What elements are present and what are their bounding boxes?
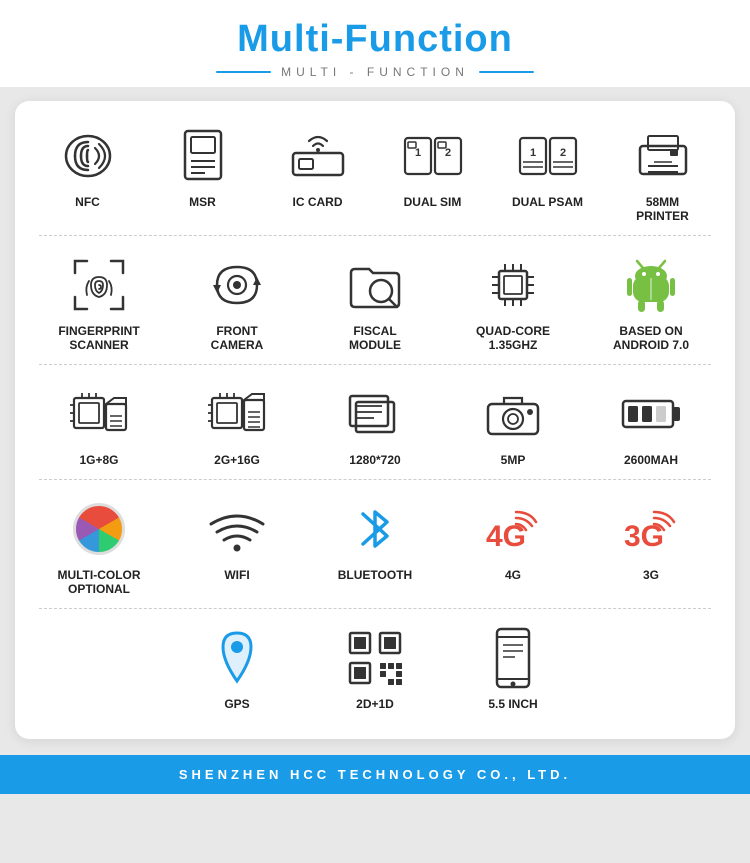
5mp-icon <box>481 381 546 446</box>
msr-icon <box>170 123 235 188</box>
feature-4g: 4G 4G <box>444 496 582 582</box>
fiscal-icon <box>343 252 408 317</box>
feature-fiscal: FISCALMODULE <box>306 252 444 352</box>
feature-1g8g: 1G+8G <box>30 381 168 467</box>
nfc-label: NFC <box>75 195 100 209</box>
ic-card-icon <box>285 123 350 188</box>
4g-label: 4G <box>505 568 521 582</box>
feature-ic-card: IC CARD <box>260 123 375 209</box>
feature-front-camera: FRONTCAMERA <box>168 252 306 352</box>
feature-row-3: 1G+8G <box>15 365 735 479</box>
msr-label: MSR <box>189 195 216 209</box>
ic-card-label: IC CARD <box>293 195 343 209</box>
feature-bluetooth: BLUETOOTH <box>306 496 444 582</box>
2g16g-icon <box>205 381 270 446</box>
multicolor-label: MULTI-COLOROPTIONAL <box>57 568 140 596</box>
fiscal-label: FISCALMODULE <box>349 324 401 352</box>
header-title: Multi-Function <box>0 18 750 61</box>
footer: SHENZHEN HCC TECHNOLOGY CO., LTD. <box>0 755 750 794</box>
feature-resolution: 1280*720 <box>306 381 444 467</box>
feature-gps: GPS <box>168 625 306 711</box>
nfc-icon <box>55 123 120 188</box>
front-camera-label: FRONTCAMERA <box>211 324 264 352</box>
dual-psam-icon: 1 2 <box>515 123 580 188</box>
feature-3g: 3G 3G <box>582 496 720 582</box>
55inch-icon <box>481 625 546 690</box>
feature-row-4: MULTI-COLOROPTIONAL WIFI B <box>15 480 735 608</box>
printer-label: 58MMPRINTER <box>636 195 689 223</box>
feature-msr: MSR <box>145 123 260 209</box>
multicolor-icon <box>67 496 132 561</box>
bluetooth-icon <box>343 496 408 561</box>
header-subtitle: MULTI - FUNCTION <box>281 65 469 79</box>
feature-row-1: NFC MSR <box>15 107 735 235</box>
resolution-label: 1280*720 <box>349 453 400 467</box>
feature-fingerprint: FINGERPRINTSCANNER <box>30 252 168 352</box>
2d1d-label: 2D+1D <box>356 697 394 711</box>
fingerprint-label: FINGERPRINTSCANNER <box>58 324 139 352</box>
feature-2d1d: 2D+1D <box>306 625 444 711</box>
wifi-icon <box>205 496 270 561</box>
2d1d-icon <box>343 625 408 690</box>
front-camera-icon <box>205 252 270 317</box>
5mp-label: 5MP <box>501 453 526 467</box>
3g-label: 3G <box>643 568 659 582</box>
feature-quad-core: QUAD-CORE1.35GHZ <box>444 252 582 352</box>
feature-dual-psam: 1 2 DUAL PSAM <box>490 123 605 209</box>
feature-dual-sim: 1 2 DUAL SIM <box>375 123 490 209</box>
feature-printer: 58MMPRINTER <box>605 123 720 223</box>
svg-text:2: 2 <box>444 147 450 159</box>
quad-core-icon <box>481 252 546 317</box>
battery-icon <box>619 381 684 446</box>
fingerprint-icon <box>67 252 132 317</box>
svg-text:2: 2 <box>559 147 565 159</box>
dual-psam-label: DUAL PSAM <box>512 195 583 209</box>
feature-55inch: 5.5 INCH <box>444 625 582 711</box>
feature-multicolor: MULTI-COLOROPTIONAL <box>30 496 168 596</box>
footer-text: SHENZHEN HCC TECHNOLOGY CO., LTD. <box>0 767 750 782</box>
wifi-label: WIFI <box>224 568 249 582</box>
android-icon <box>619 252 684 317</box>
bluetooth-label: BLUETOOTH <box>338 568 412 582</box>
printer-icon <box>630 123 695 188</box>
android-label: BASED ONANDROID 7.0 <box>613 324 689 352</box>
svg-text:1: 1 <box>414 147 420 159</box>
feature-row-2: FINGERPRINTSCANNER FRONTCAMERA <box>15 236 735 364</box>
feature-android: BASED ONANDROID 7.0 <box>582 252 720 352</box>
svg-text:3G: 3G <box>624 520 664 553</box>
gps-label: GPS <box>224 697 249 711</box>
feature-wifi: WIFI <box>168 496 306 582</box>
battery-label: 2600MAH <box>624 453 678 467</box>
gps-icon <box>205 625 270 690</box>
quad-core-label: QUAD-CORE1.35GHZ <box>476 324 550 352</box>
svg-text:4G: 4G <box>486 520 526 553</box>
3g-icon: 3G <box>619 496 684 561</box>
feature-row-5: GPS <box>15 609 735 723</box>
resolution-icon <box>343 381 408 446</box>
feature-battery: 2600MAH <box>582 381 720 467</box>
feature-5mp: 5MP <box>444 381 582 467</box>
2g16g-label: 2G+16G <box>214 453 260 467</box>
dual-sim-icon: 1 2 <box>400 123 465 188</box>
svg-text:1: 1 <box>529 147 535 159</box>
main-card: NFC MSR <box>15 101 735 739</box>
4g-icon: 4G <box>481 496 546 561</box>
55inch-label: 5.5 INCH <box>488 697 537 711</box>
1g8g-label: 1G+8G <box>79 453 118 467</box>
1g8g-icon <box>67 381 132 446</box>
feature-2g16g: 2G+16G <box>168 381 306 467</box>
feature-nfc: NFC <box>30 123 145 209</box>
dual-sim-label: DUAL SIM <box>404 195 462 209</box>
